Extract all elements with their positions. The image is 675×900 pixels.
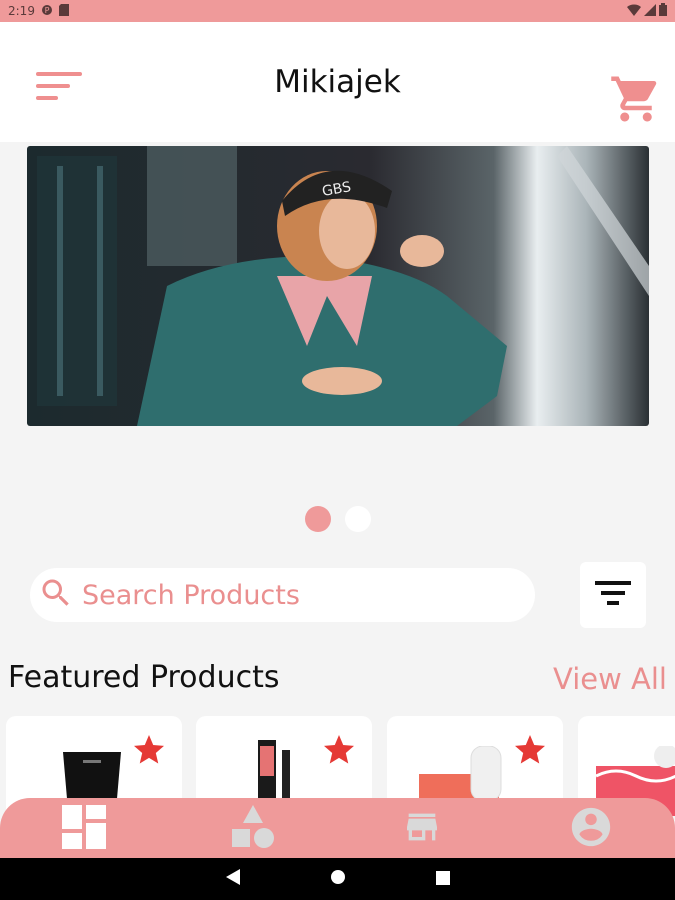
- categories-icon: [230, 805, 276, 853]
- search-icon: [38, 575, 74, 615]
- store-icon: [400, 807, 444, 851]
- sd-card-icon: [58, 3, 69, 19]
- star-icon[interactable]: [320, 732, 358, 772]
- signal-icon: [644, 3, 656, 19]
- search-input[interactable]: [82, 579, 522, 611]
- system-navigation-bar: [0, 858, 675, 900]
- notification-icon: P: [41, 4, 53, 19]
- nav-home[interactable]: [0, 798, 169, 860]
- nav-account[interactable]: [506, 798, 675, 860]
- nav-categories[interactable]: [169, 798, 338, 860]
- status-bar: 2:19 P: [0, 0, 675, 22]
- dashboard-icon: [62, 805, 107, 853]
- app-title: Mikiajek: [274, 64, 401, 100]
- carousel-dot-2[interactable]: [344, 506, 371, 532]
- featured-products-title: Featured Products: [8, 660, 280, 695]
- view-all-link[interactable]: View All: [553, 662, 667, 696]
- star-icon[interactable]: [130, 732, 168, 772]
- carousel-dot-1[interactable]: [304, 506, 331, 532]
- bottom-navigation: [0, 798, 675, 860]
- banner-image: GBS: [27, 146, 649, 426]
- back-icon[interactable]: [225, 869, 240, 889]
- home-icon[interactable]: [330, 869, 346, 889]
- cart-icon[interactable]: [608, 72, 668, 128]
- recents-icon[interactable]: [435, 870, 450, 889]
- battery-icon: [659, 3, 667, 19]
- filter-button[interactable]: [580, 562, 646, 628]
- svg-text:P: P: [45, 6, 50, 15]
- banner-carousel[interactable]: GBS: [27, 146, 649, 426]
- search-bar: [30, 568, 535, 622]
- wifi-icon: [627, 3, 641, 19]
- account-icon: [568, 804, 614, 854]
- nav-store[interactable]: [338, 798, 507, 860]
- filter-icon: [595, 579, 631, 611]
- status-time: 2:19: [8, 4, 35, 18]
- app-bar: Mikiajek: [0, 22, 675, 142]
- carousel-indicator: [0, 506, 675, 532]
